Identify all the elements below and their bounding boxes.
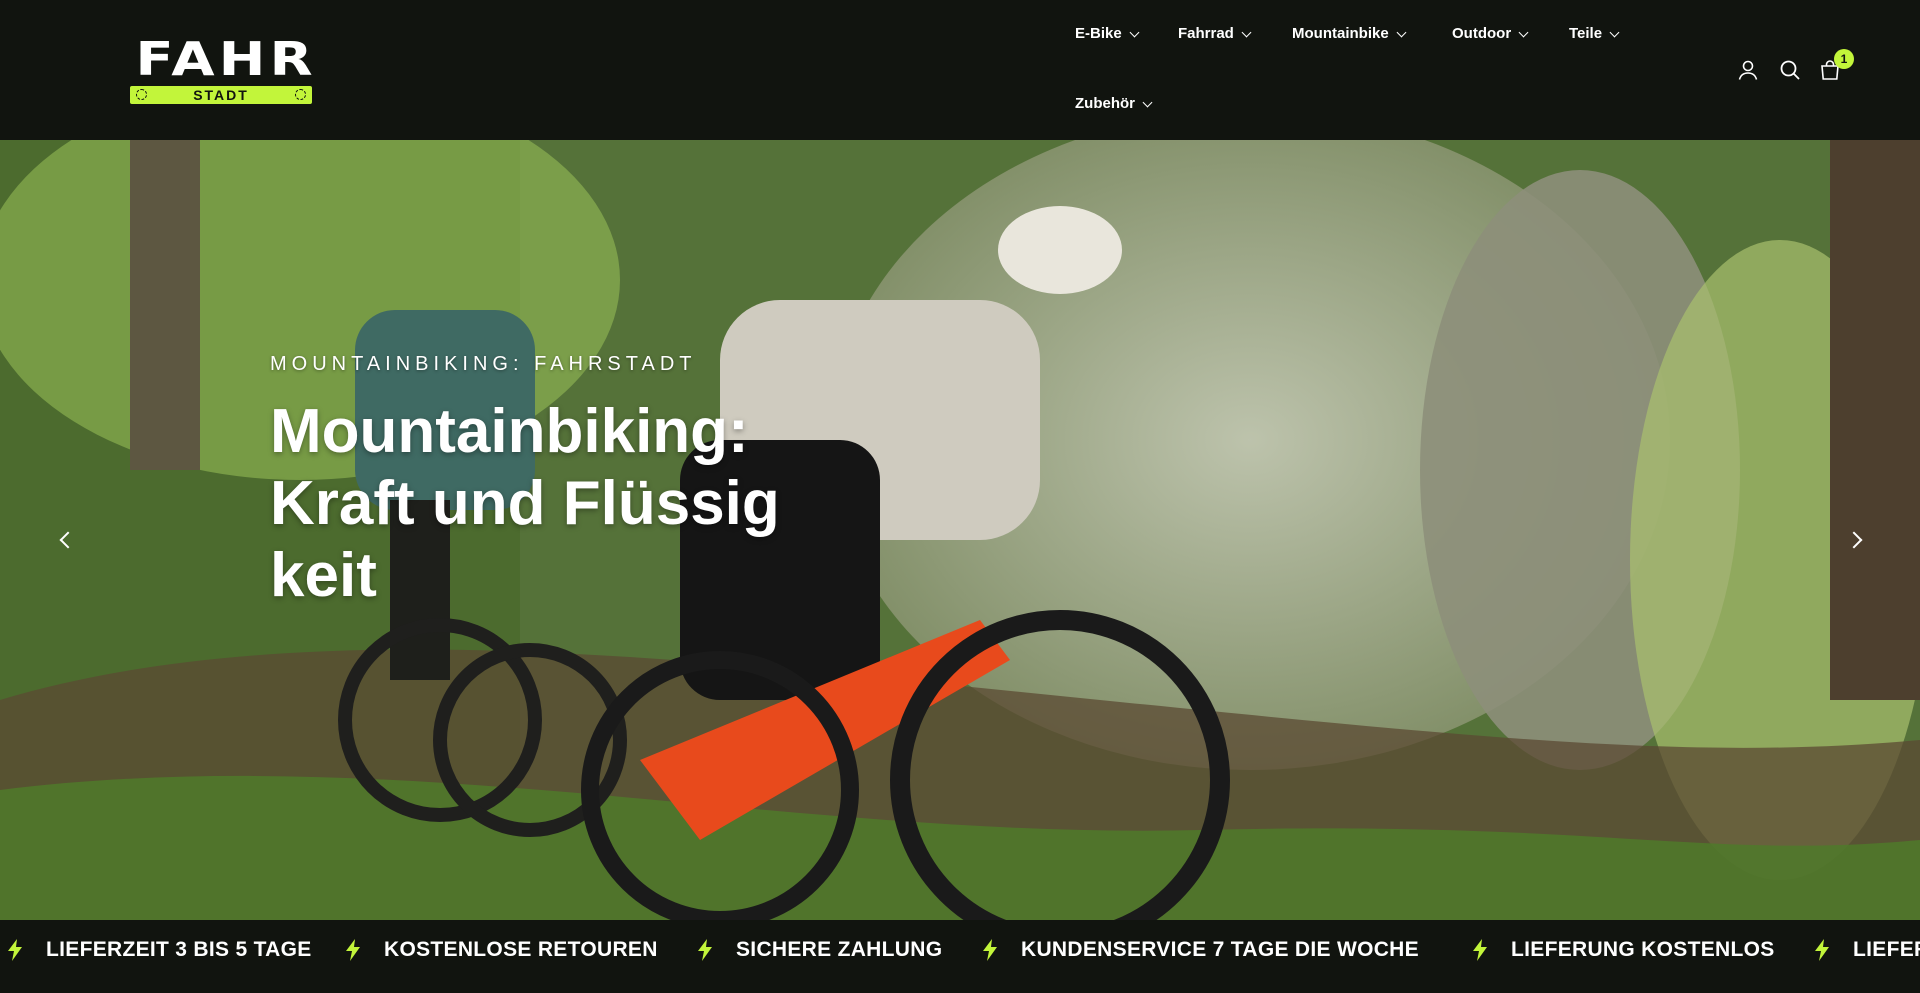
chevron-down-icon [1142,97,1153,107]
chevron-right-icon [1845,531,1863,549]
user-icon [1738,60,1758,80]
wheel-icon [295,89,306,100]
nav-item-mountainbike[interactable]: Mountainbike [1292,24,1407,44]
lightning-icon [346,939,360,961]
lightning-icon [1473,939,1487,961]
nav-item-label: Fahrrad [1178,25,1234,42]
hero-headline: Mountainbiking: Kraft und Flüssigkeit [270,397,780,610]
chevron-down-icon [1609,27,1620,37]
lightning-icon [1815,939,1829,961]
marquee-item-label: KUNDENSERVICE 7 TAGE DIE WOCHE [1021,938,1419,961]
hero-slideshow: MOUNTAINBIKING: FAHRSTADT Mountainbiking… [0,140,1920,920]
nav-item-label: Mountainbike [1292,25,1389,42]
slideshow-prev-button[interactable] [56,520,77,560]
lightning-icon [8,939,22,961]
account-button[interactable] [1736,58,1762,84]
nav-item-e-bike[interactable]: E-Bike [1075,24,1140,44]
marquee-item: LIEFER [1815,920,1920,980]
marquee-item-label: SICHERE ZAHLUNG [736,938,943,961]
nav-item-label: Teile [1569,25,1603,42]
marquee-item: LIEFERUNG KOSTENLOS [1473,920,1775,980]
nav-item-fahrrad[interactable]: Fahrrad [1178,24,1252,44]
search-button[interactable] [1778,58,1804,84]
marquee-item-label: LIEFER [1853,938,1920,961]
marquee-item-label: LIEFERZEIT 3 BIS 5 TAGE [46,938,312,961]
chevron-down-icon [1129,27,1140,37]
chevron-left-icon [59,531,77,549]
marquee-item: KUNDENSERVICE 7 TAGE DIE WOCHE [983,920,1419,980]
logo-wordmark: FAHR [135,32,317,87]
cart-count-badge: 1 [1834,49,1854,69]
lightning-icon [983,939,997,961]
lightning-icon [698,939,712,961]
marquee-item: KOSTENLOSE RETOUREN [346,920,658,980]
slideshow-next-button[interactable] [1845,520,1866,560]
site-header: FAHR STADT E-Bike Fahrrad Mountainbike O… [0,0,1920,140]
chevron-down-icon [1241,27,1252,37]
main-nav: E-Bike Fahrrad Mountainbike Outdoor Teil… [1075,0,1675,140]
nav-item-outdoor[interactable]: Outdoor [1452,24,1529,44]
usp-marquee: LIEFERZEIT 3 BIS 5 TAGE KOSTENLOSE RETOU… [0,920,1920,993]
marquee-item: SICHERE ZAHLUNG [698,920,942,980]
logo-subtitle: STADT [193,87,249,103]
chevron-down-icon [1518,27,1529,37]
search-icon [1780,60,1800,80]
hero-caption: MOUNTAINBIKING: FAHRSTADT Mountainbiking… [270,352,830,612]
brand-logo[interactable]: FAHR STADT [90,32,362,104]
nav-item-teile[interactable]: Teile [1569,24,1620,44]
logo-subplate: STADT [130,86,312,104]
chevron-down-icon [1396,27,1407,37]
marquee-item-label: LIEFERUNG KOSTENLOS [1511,938,1775,961]
nav-item-label: E-Bike [1075,25,1122,42]
marquee-item: LIEFERZEIT 3 BIS 5 TAGE [8,920,312,980]
hero-eyebrow: MOUNTAINBIKING: FAHRSTADT [270,353,697,375]
nav-item-label: Zubehör [1075,95,1135,112]
nav-item-zubehoer[interactable]: Zubehör [1075,94,1153,114]
marquee-item-label: KOSTENLOSE RETOUREN [384,938,658,961]
nav-item-label: Outdoor [1452,25,1512,42]
